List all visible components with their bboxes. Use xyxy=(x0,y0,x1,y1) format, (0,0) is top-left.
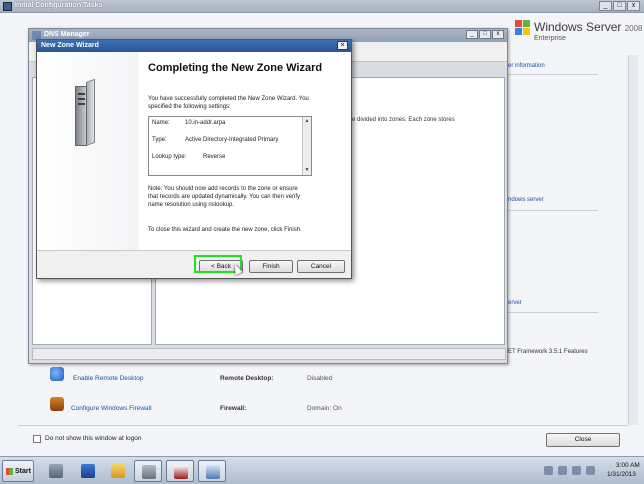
clock-date[interactable]: 1/31/2013 xyxy=(607,471,636,478)
scroll-up-icon[interactable]: ▲ xyxy=(303,117,311,126)
maximize-button[interactable]: □ xyxy=(613,1,626,11)
ict-taskbar-icon[interactable] xyxy=(134,460,162,482)
ict-title: Initial Configuration Tasks xyxy=(15,2,103,9)
divider xyxy=(503,312,598,313)
ict-bottom-bar: Do not show this window at logon Close xyxy=(18,425,628,450)
close-hint: To close this wizard and create the new … xyxy=(148,227,302,233)
windows-logo-icon xyxy=(6,468,13,475)
new-zone-wizard-dialog: New Zone Wizard × Completing the New Zon… xyxy=(36,39,352,279)
settings-summary-box[interactable]: Name: 10.in-addr.arpa Type: Active Directo… xyxy=(148,116,312,176)
powershell-taskbar-icon[interactable] xyxy=(74,460,102,482)
firewall-label: Firewall: xyxy=(220,405,247,412)
logo-edition: Enterprise xyxy=(534,35,566,42)
dns-maximize-button[interactable]: □ xyxy=(479,30,491,39)
note-line-3: name resolution using nslookup. xyxy=(148,202,235,208)
remote-desktop-icon xyxy=(50,367,64,381)
divider xyxy=(503,210,598,211)
summary-scrollbar[interactable]: ▲ ▼ xyxy=(302,117,311,175)
task-list: Enable Remote Desktop Remote Desktop: Di… xyxy=(45,365,605,425)
wizard-taskbar-icon[interactable] xyxy=(198,460,226,482)
app-icon xyxy=(3,2,12,11)
firewall-icon xyxy=(50,397,64,411)
dns-zones-text: e divided into zones. Each zone stores xyxy=(352,117,455,123)
do-not-show-label: Do not show this window at logon xyxy=(45,435,142,442)
scroll-down-icon[interactable]: ▼ xyxy=(303,166,311,175)
wizard-separator xyxy=(37,250,351,251)
wizard-heading: Completing the New Zone Wizard xyxy=(148,62,323,74)
configure-firewall-link[interactable]: Configure Windows Firewall xyxy=(71,405,152,412)
dns-close-button[interactable]: x xyxy=(492,30,504,39)
close-window-button[interactable]: x xyxy=(627,1,640,11)
minimize-button[interactable]: _ xyxy=(599,1,612,11)
explorer-taskbar-icon[interactable] xyxy=(104,460,132,482)
intro-line-2: specified the following settings: xyxy=(148,104,231,110)
firewall-value: Domain: On xyxy=(307,405,342,412)
intro-line-1: You have successfully completed the New … xyxy=(148,96,309,102)
do-not-show-checkbox[interactable] xyxy=(33,435,41,443)
server-icon xyxy=(75,78,95,146)
wizard-content: Completing the New Zone Wizard You have … xyxy=(139,52,351,250)
close-button[interactable]: Close xyxy=(546,433,620,447)
network-tray-icon[interactable] xyxy=(558,466,567,475)
wizard-close-icon[interactable]: × xyxy=(337,41,348,50)
wizard-side-panel xyxy=(37,52,139,250)
volume-tray-icon[interactable] xyxy=(586,466,595,475)
clock-time[interactable]: 3:00 AM xyxy=(616,462,640,469)
summary-row: Type: Active Directory-Integrated Primary xyxy=(152,137,279,143)
remote-desktop-label: Remote Desktop: xyxy=(220,375,274,382)
windows-server-link[interactable]: ndows server xyxy=(508,197,544,203)
window-controls: _ □ x xyxy=(599,1,640,11)
server-link[interactable]: erver xyxy=(508,300,522,306)
enable-remote-desktop-link[interactable]: Enable Remote Desktop xyxy=(73,375,143,382)
task-row-firewall: Configure Windows Firewall Firewall: Dom… xyxy=(45,395,605,415)
framework-feature-text: ET Framework 3.5.1 Features xyxy=(508,349,588,355)
dns-window-controls: _ □ x xyxy=(466,30,504,39)
dns-manager-taskbar-icon[interactable] xyxy=(166,460,194,482)
server-manager-taskbar-icon[interactable] xyxy=(42,460,70,482)
vertical-scrollbar[interactable] xyxy=(628,55,638,425)
taskbar: Start 3:00 AM 1/31/2013 xyxy=(0,456,644,484)
dns-title: DNS Manager xyxy=(44,31,90,38)
note-line-1: Note: You should now add records to the … xyxy=(148,186,298,192)
remote-desktop-value: Disabled xyxy=(307,375,333,382)
note-line-2: that records are updated dynamically. Yo… xyxy=(148,194,300,200)
logo-brand: Windows Server 2008 R2 xyxy=(534,20,644,34)
summary-row: Lookup type: Reverse xyxy=(152,154,226,160)
summary-row: Name: 10.in-addr.arpa xyxy=(152,120,226,126)
cancel-button[interactable]: Cancel xyxy=(297,260,345,273)
system-tray: 3:00 AM 1/31/2013 xyxy=(536,460,642,482)
ict-title-bar: Initial Configuration Tasks _ □ x xyxy=(0,0,644,13)
wizard-title: New Zone Wizard xyxy=(41,42,99,49)
dns-minimize-button[interactable]: _ xyxy=(466,30,478,39)
dns-status-bar xyxy=(32,348,506,360)
task-row-remote-desktop: Enable Remote Desktop Remote Desktop: Di… xyxy=(45,365,605,385)
finish-button[interactable]: Finish xyxy=(249,260,293,273)
server-information-link[interactable]: er information xyxy=(508,63,545,69)
server-tray-icon[interactable] xyxy=(572,466,581,475)
flag-tray-icon[interactable] xyxy=(544,466,553,475)
divider xyxy=(503,74,598,75)
wizard-title-bar: New Zone Wizard × xyxy=(37,40,351,52)
start-button[interactable]: Start xyxy=(2,460,34,482)
windows-flag-icon xyxy=(515,20,531,36)
windows-server-logo: Windows Server 2008 R2 Enterprise xyxy=(515,18,644,48)
